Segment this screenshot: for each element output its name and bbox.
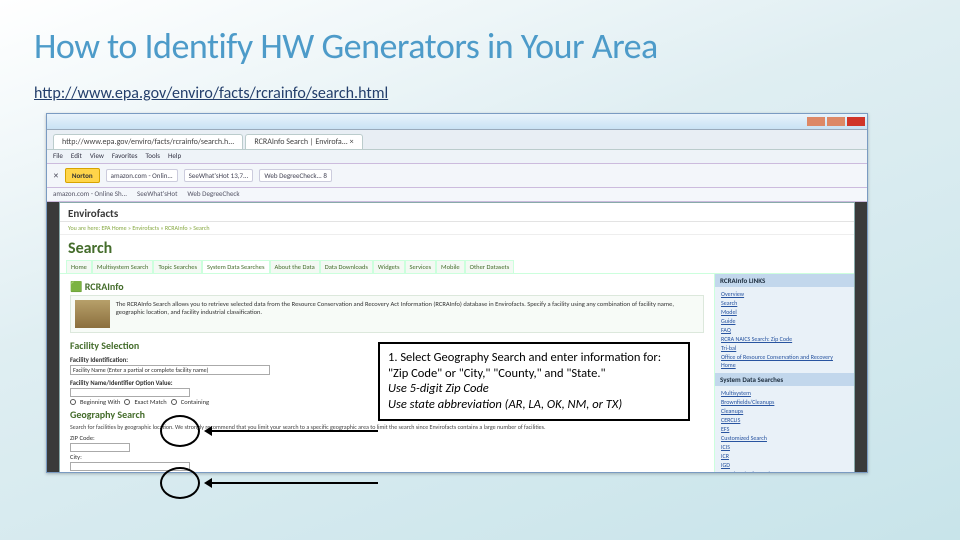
nav-tab[interactable]: About the Data — [270, 260, 320, 273]
callout-line: Use 5-digit Zip Code — [388, 381, 680, 397]
sidebar-link[interactable]: EFS — [721, 425, 848, 433]
menu-tools[interactable]: Tools — [146, 151, 161, 162]
radio-beginning[interactable] — [70, 399, 76, 405]
radio-label: Beginning With — [80, 398, 120, 406]
menu-favorites[interactable]: Favorites — [112, 151, 138, 162]
annotation-oval-county — [160, 467, 200, 499]
radio-label: Exact Match — [134, 398, 166, 406]
window-titlebar — [47, 114, 867, 130]
sidebar-list: Multisystem Brownfields/Cleanups Cleanup… — [721, 389, 848, 473]
radio-label: Beginning With — [80, 472, 120, 473]
sidebar-link[interactable]: CERCLIS — [721, 416, 848, 424]
browser-tab[interactable]: RCRAInfo Search | Envirofa... × — [245, 134, 362, 149]
rcra-info-box: The RCRAInfo Search allows you to retrie… — [70, 295, 704, 333]
sidebar-link[interactable]: Locational Information — [721, 470, 848, 473]
browser-toolbar: ✕ Norton amazon.com - Onlin... SeeWhat's… — [47, 164, 867, 188]
sidebar-link[interactable]: Model — [721, 308, 848, 316]
nav-tab[interactable]: System Data Searches — [202, 260, 269, 273]
toolbar-button[interactable]: SeeWhat'sHot 13,7... — [184, 169, 254, 182]
norton-button[interactable]: Norton — [65, 168, 100, 183]
nav-tab[interactable]: Services — [405, 260, 437, 273]
site-brand: Envirofacts — [60, 203, 854, 222]
browser-tabbar: http://www.epa.gov/enviro/facts/rcrainfo… — [47, 130, 867, 150]
page-heading: Search — [60, 235, 854, 260]
sidebar-link[interactable]: Office of Resource Conservation and Reco… — [721, 353, 848, 369]
callout-line: Use state abbreviation (AR, LA, OK, NM, … — [388, 397, 680, 413]
nav-tab[interactable]: Multisystem Search — [92, 260, 154, 273]
browser-tab[interactable]: http://www.epa.gov/enviro/facts/rcrainfo… — [53, 134, 243, 149]
sidebar-link[interactable]: Brownfields/Cleanups — [721, 398, 848, 406]
nav-tab[interactable]: Home — [66, 260, 92, 273]
bookmark-bar: amazon.com - Online Sh... SeeWhat'sHot W… — [47, 188, 867, 202]
menu-edit[interactable]: Edit — [71, 151, 82, 162]
nav-tab[interactable]: Data Downloads — [320, 260, 373, 273]
bookmark-item[interactable]: amazon.com - Online Sh... — [53, 189, 127, 200]
rcra-description: The RCRAInfo Search allows you to retrie… — [116, 300, 699, 328]
toolbar-button[interactable]: Web DegreeCheck... 8 — [259, 169, 332, 182]
radio-label: Containing — [181, 398, 209, 406]
sidebar-link[interactable]: ICR — [721, 452, 848, 460]
sidebar-link[interactable]: ICIS — [721, 443, 848, 451]
facility-id-select[interactable]: Facility Name (Enter a partial or comple… — [70, 365, 270, 375]
facility-value-input[interactable] — [70, 388, 190, 397]
maximize-icon[interactable] — [827, 117, 845, 126]
annotation-arrow — [206, 430, 378, 432]
sidebar-link[interactable]: Guide — [721, 317, 848, 325]
sidebar-link[interactable]: FAQ — [721, 326, 848, 334]
annotation-oval-zip — [160, 415, 200, 447]
toolbar-button[interactable]: amazon.com - Onlin... — [106, 169, 178, 182]
x-icon[interactable]: ✕ — [53, 171, 59, 180]
bookmark-item[interactable]: Web DegreeCheck — [187, 189, 239, 200]
sidebar-link[interactable]: Tri-bal — [721, 344, 848, 352]
nav-tab[interactable]: Mobile — [436, 260, 465, 273]
nav-tab[interactable]: Other Datasets — [465, 260, 515, 273]
city-label: City: — [70, 453, 82, 461]
reference-url[interactable]: http://www.epa.gov/enviro/facts/rcrainfo… — [34, 84, 388, 103]
nav-tabs: Home Multisystem Search Topic Searches S… — [60, 260, 854, 274]
browser-menubar: File Edit View Favorites Tools Help — [47, 150, 867, 164]
menu-help[interactable]: Help — [168, 151, 181, 162]
zip-label: ZIP Code: — [70, 434, 95, 442]
bookmark-item[interactable]: SeeWhat'sHot — [137, 189, 177, 200]
sidebar-link[interactable]: RCRA NAICS Search: Zip Code — [721, 335, 848, 343]
minimize-icon[interactable] — [807, 117, 825, 126]
rcra-thumb-icon — [75, 300, 110, 328]
callout-line: "Zip Code" or "City," "County," and "Sta… — [388, 366, 680, 382]
sidebar: RCRAInfo LINKS Overview Search Model Gui… — [714, 274, 854, 473]
sidebar-link[interactable]: IGD — [721, 461, 848, 469]
slide-title: How to Identify HW Generators in Your Ar… — [34, 28, 926, 66]
sidebar-link[interactable]: Multisystem — [721, 389, 848, 397]
breadcrumb: You are here: EPA Home » Envirofacts » R… — [60, 222, 854, 235]
nav-tab[interactable]: Topic Searches — [153, 260, 202, 273]
sidebar-link[interactable]: Cleanups — [721, 407, 848, 415]
sidebar-link[interactable]: Overview — [721, 290, 848, 298]
rcra-title: 🟩 RCRAInfo — [70, 280, 704, 293]
nav-tab[interactable]: Widgets — [373, 260, 405, 273]
zip-input[interactable] — [70, 443, 130, 452]
callout-line: 1. Select Geography Search and enter inf… — [388, 350, 680, 366]
sidebar-link[interactable]: Search — [721, 299, 848, 307]
annotation-arrow — [206, 482, 378, 484]
sidebar-list: Overview Search Model Guide FAQ RCRA NAI… — [721, 290, 848, 369]
sidebar-heading: System Data Searches — [715, 373, 854, 386]
instruction-callout: 1. Select Geography Search and enter inf… — [378, 342, 690, 421]
sidebar-link[interactable]: Customized Search — [721, 434, 848, 442]
close-icon[interactable] — [847, 117, 865, 126]
menu-view[interactable]: View — [90, 151, 104, 162]
radio-containing[interactable] — [171, 399, 177, 405]
menu-file[interactable]: File — [53, 151, 63, 162]
radio-label: Exact Match — [134, 472, 166, 473]
sidebar-heading: RCRAInfo LINKS — [715, 274, 854, 287]
radio-exact[interactable] — [124, 399, 130, 405]
